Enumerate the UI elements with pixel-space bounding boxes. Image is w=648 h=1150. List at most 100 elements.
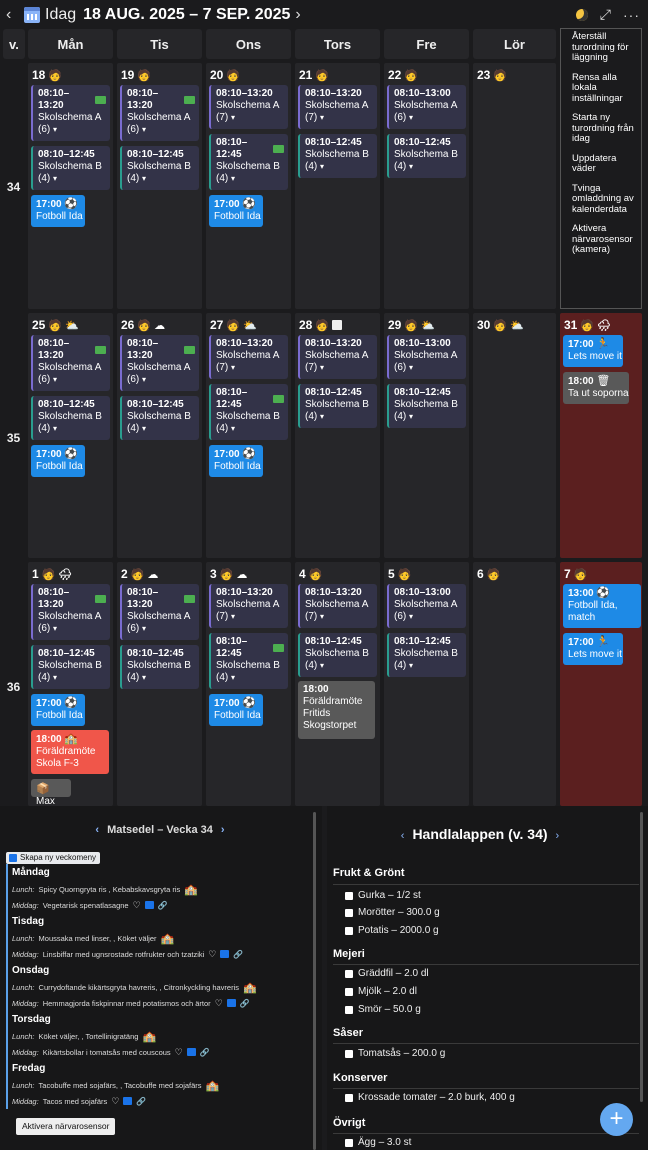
chevron-right-icon[interactable]: › (556, 830, 560, 842)
today-button[interactable]: Idag (45, 6, 76, 24)
shopping-item[interactable]: Ägg – 3.0 st (345, 1137, 411, 1148)
event-school-a[interactable]: 08:10– 13:20 Skolschema A (6) ▾ (120, 85, 199, 141)
event-parent-meeting[interactable]: 18:00 🏫 Föräldramöte Skola F-3 (31, 730, 109, 774)
event-school-b[interactable]: 08:10–12:45 Skolschema B (4) ▾ (387, 384, 466, 428)
event-school-a[interactable]: 08:10–13:20 Skolschema A (7) ▾ (209, 335, 288, 379)
calendar-add-icon[interactable] (144, 901, 154, 909)
checkbox[interactable] (345, 891, 353, 900)
day-cell[interactable]: 28 🧑 08:10–13:20 Skolschema A (7) ▾ 08:10–1… (295, 313, 380, 558)
expand-icon[interactable]: ⤢ (600, 6, 611, 23)
more-icon[interactable]: ··· (623, 7, 640, 23)
shopping-item[interactable]: Gurka – 1/2 st (345, 890, 421, 901)
menu-item-new-order[interactable]: Starta ny turordning från idag (572, 112, 635, 145)
link-icon[interactable]: 🔗 (233, 950, 243, 959)
event-parent-meeting-fritids[interactable]: 18:00 Föräldramöte Fritids Skogstorpet (298, 681, 375, 739)
chevron-left-icon[interactable]: ‹ (95, 824, 99, 836)
link-icon[interactable]: 🔗 (136, 1097, 146, 1106)
menu-item-update-weather[interactable]: Uppdatera väder (572, 153, 635, 175)
add-fab-button[interactable]: + (600, 1103, 633, 1136)
calendar-add-icon[interactable] (226, 999, 236, 1007)
event-school-b[interactable]: 08:10–12:45 Skolschema B (4) ▾ (298, 633, 377, 677)
day-cell[interactable]: 5 🧑 08:10–13:00 Skolschema A (6) ▾ 08:10–12… (384, 562, 469, 806)
event-school-b[interactable]: 08:10– 12:45 Skolschema B (4) ▾ (209, 134, 288, 190)
moon-icon[interactable] (575, 8, 588, 21)
event-school-a[interactable]: 08:10–13:20 Skolschema A (7) ▾ (298, 584, 377, 628)
event-school-b[interactable]: 08:10–12:45 Skolschema B (4) ▾ (31, 146, 110, 190)
create-weekmenu-button[interactable]: Skapa ny veckomeny (6, 852, 101, 864)
link-icon[interactable]: 🔗 (158, 901, 168, 910)
event-school-a[interactable]: 08:10– 13:20 Skolschema A (6) ▾ (31, 584, 110, 640)
event-school-b[interactable]: 08:10– 12:45 Skolschema B (4) ▾ (209, 384, 288, 440)
checkbox[interactable] (345, 926, 353, 935)
day-cell[interactable]: 6 🧑 (473, 562, 556, 806)
event-school-a[interactable]: 08:10– 13:20 Skolschema A (6) ▾ (31, 85, 110, 141)
event-football[interactable]: 17:00 ⚽ Fotboll Ida (209, 195, 263, 227)
event-trash[interactable]: 18:00 🗑 Ta ut soporna (563, 372, 629, 404)
chevron-right-icon[interactable]: › (295, 6, 300, 24)
day-cell[interactable]: 29 🧑 ⛅ 08:10–13:00 Skolschema A (6) ▾ 08:10–… (384, 313, 469, 558)
link-icon[interactable]: 🔗 (240, 999, 250, 1008)
event-school-a[interactable]: 08:10–13:20 Skolschema A (7) ▾ (209, 85, 288, 129)
calendar-add-icon[interactable] (123, 1097, 133, 1105)
heart-icon[interactable]: ♡ (208, 949, 216, 960)
shopping-item[interactable]: Krossade tomater – 2.0 burk, 400 g (345, 1092, 515, 1103)
chevron-left-icon[interactable]: ‹ (6, 6, 18, 24)
event-school-a[interactable]: 08:10–13:20 Skolschema A (7) ▾ (298, 85, 377, 129)
checkbox[interactable] (345, 969, 353, 978)
link-icon[interactable]: 🔗 (200, 1048, 210, 1057)
shopping-scrollbar[interactable] (640, 812, 643, 1102)
shopping-item[interactable]: Tomatsås – 200.0 g (345, 1048, 445, 1059)
day-cell[interactable]: 23 🧑 (473, 63, 556, 309)
shopping-item[interactable]: Smör – 50.0 g (345, 1004, 421, 1015)
event-football-match[interactable]: 13:00 ⚽ Fotboll Ida, match (563, 584, 641, 628)
event-school-b[interactable]: 08:10–12:45 Skolschema B (4) ▾ (120, 146, 199, 190)
day-cell[interactable]: 1 🧑 🌧 08:10– 13:20 Skolschema A (6) ▾ 08:10–… (28, 562, 113, 806)
checkbox[interactable] (345, 1138, 353, 1147)
event-football[interactable]: 17:00 ⚽ Fotboll Ida (31, 195, 85, 227)
day-cell[interactable]: 3 🧑 ☁ 08:10–13:20 Skolschema A (7) ▾ 08:10– … (206, 562, 291, 806)
event-lets-move[interactable]: 17:00 🏃 Lets move it (563, 335, 623, 367)
day-cell[interactable]: 21 🧑 08:10–13:20 Skolschema A (7) ▾ 08:10–1… (295, 63, 380, 309)
event-school-b[interactable]: 08:10–12:45 Skolschema B (4) ▾ (120, 396, 199, 440)
event-school-a[interactable]: 08:10– 13:20 Skolschema A (6) ▾ (120, 584, 199, 640)
menu-item-reset-order[interactable]: Återställ turordning för läggning (572, 31, 635, 64)
shopping-item[interactable]: Morötter – 300.0 g (345, 907, 440, 918)
shopping-item[interactable]: Mjölk – 2.0 dl (345, 986, 417, 997)
event-school-b[interactable]: 08:10– 12:45 Skolschema B (4) ▾ (209, 633, 288, 689)
heart-icon[interactable]: ♡ (111, 1096, 119, 1107)
event-lets-move[interactable]: 17:00 🏃 Lets move it (563, 633, 623, 665)
event-football[interactable]: 17:00 ⚽ Fotboll Ida (209, 445, 263, 477)
day-cell[interactable]: 20 🧑 08:10–13:20 Skolschema A (7) ▾ 08:10– … (206, 63, 291, 309)
day-cell[interactable]: 4 🧑 08:10–13:20 Skolschema A (7) ▾ 08:10–12… (295, 562, 380, 806)
menu-item-clear-local[interactable]: Rensa alla lokala inställningar (572, 72, 635, 105)
day-cell[interactable]: 2 🧑 ☁ 08:10– 13:20 Skolschema A (6) ▾ 08:10–… (117, 562, 202, 806)
checkbox[interactable] (345, 908, 353, 917)
event-school-a[interactable]: 08:10–13:20 Skolschema A (7) ▾ (298, 335, 377, 379)
event-school-a[interactable]: 08:10–13:20 Skolschema A (7) ▾ (209, 584, 288, 628)
event-max[interactable]: 📦 Max (31, 779, 71, 806)
heart-icon[interactable]: ♡ (133, 900, 141, 911)
day-cell[interactable]: 22 🧑 08:10–13:00 Skolschema A (6) ▾ 08:10–1… (384, 63, 469, 309)
day-cell[interactable]: 26 🧑 ☁ 08:10– 13:20 Skolschema A (6) ▾ 08:10… (117, 313, 202, 558)
day-cell[interactable]: 19 🧑 08:10– 13:20 Skolschema A (6) ▾ 08:10–… (117, 63, 202, 309)
event-school-b[interactable]: 08:10–12:45 Skolschema B (4) ▾ (387, 134, 466, 178)
event-football[interactable]: 17:00 ⚽ Fotboll Ida (31, 445, 85, 477)
event-school-a[interactable]: 08:10–13:00 Skolschema A (6) ▾ (387, 85, 466, 129)
event-school-b[interactable]: 08:10–12:45 Skolschema B (4) ▾ (120, 645, 199, 689)
event-football[interactable]: 17:00 ⚽ Fotboll Ida (31, 694, 85, 726)
menu-item-presence-sensor[interactable]: Aktivera närvarosensor (kamera) (572, 223, 635, 256)
calendar-add-icon[interactable] (186, 1048, 196, 1056)
heart-icon[interactable]: ♡ (175, 1047, 183, 1058)
checkbox[interactable] (345, 987, 353, 996)
event-football[interactable]: 17:00 ⚽ Fotboll Ida (209, 694, 263, 726)
menu-item-force-reload[interactable]: Tvinga omladdning av kalenderdata (572, 183, 635, 216)
day-cell[interactable]: 18 🧑 08:10– 13:20 Skolschema A (6) ▾ 08:10–… (28, 63, 113, 309)
shopping-item[interactable]: Potatis – 2000.0 g (345, 925, 439, 936)
event-school-b[interactable]: 08:10–12:45 Skolschema B (4) ▾ (298, 384, 377, 428)
checkbox[interactable] (345, 1093, 353, 1102)
day-cell[interactable]: 27 🧑 ⛅ 08:10–13:20 Skolschema A (7) ▾ 08:10–… (206, 313, 291, 558)
event-school-a[interactable]: 08:10– 13:20 Skolschema A (6) ▾ (120, 335, 199, 391)
day-cell-sunday[interactable]: 7 🧑 13:00 ⚽ Fotboll Ida, match 17:00 🏃 Lets… (560, 562, 642, 806)
chevron-right-icon[interactable]: › (221, 824, 225, 836)
mealplan-scrollbar[interactable] (313, 812, 316, 1150)
